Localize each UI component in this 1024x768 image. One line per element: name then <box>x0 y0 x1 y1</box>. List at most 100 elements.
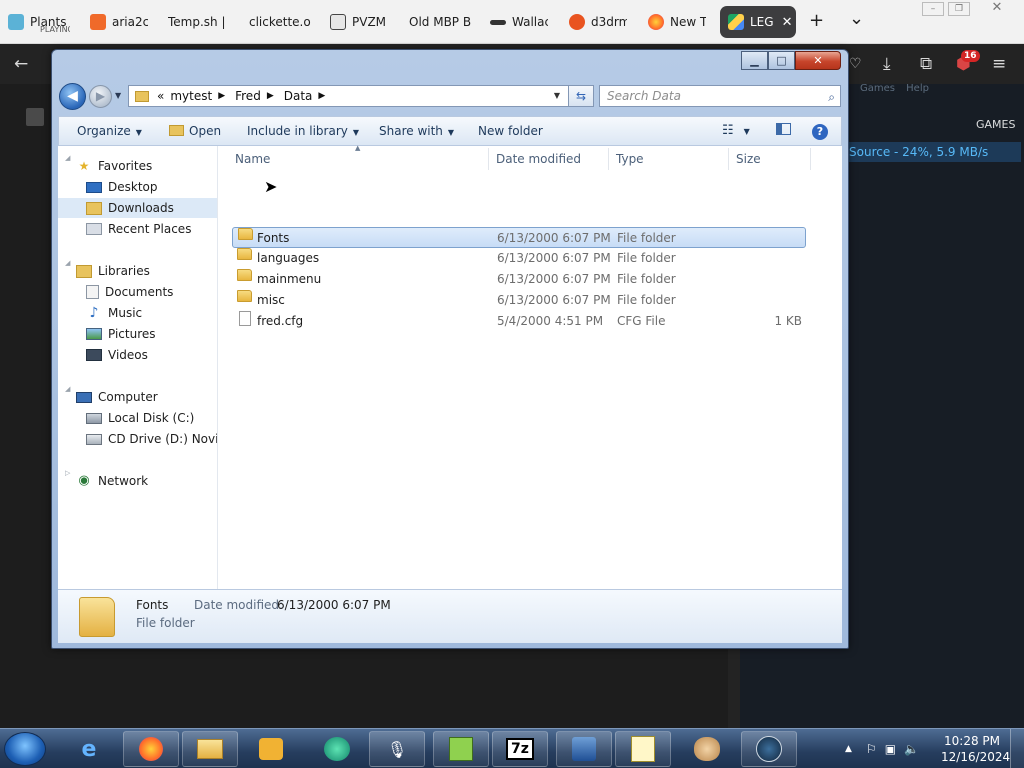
notes-app-icon[interactable] <box>615 731 671 767</box>
tab-leg-active[interactable]: LEG ✕ <box>720 6 796 38</box>
taskbar-clock[interactable]: 10:28 PM 12/16/2024 <box>941 733 1010 765</box>
tab-aria2c[interactable]: aria2c <box>90 6 148 38</box>
new-folder-button[interactable]: New folder <box>478 117 543 145</box>
new-tab-button[interactable]: + <box>809 11 824 31</box>
column-header-date-modified[interactable]: Date modified <box>496 152 581 166</box>
column-header-size[interactable]: Size <box>736 152 761 166</box>
tab-list-button[interactable]: ⌄ <box>849 9 864 29</box>
network-icon[interactable]: ▣ <box>885 742 896 756</box>
maximize-icon[interactable]: □ <box>768 51 795 70</box>
show-desktop-button[interactable] <box>1010 729 1024 768</box>
expand-icon[interactable]: ◢ <box>65 259 70 267</box>
minimize-icon[interactable]: – <box>922 2 944 16</box>
close-icon[interactable]: ✕ <box>782 15 793 30</box>
sidebar-item-cd-drive[interactable]: CD Drive (D:) Novide <box>86 429 217 449</box>
open-button[interactable]: Open <box>169 117 221 145</box>
extensions-icon[interactable]: ⧉ <box>920 54 932 74</box>
forward-button[interactable]: ▶ <box>89 85 112 108</box>
sidebar-item-libraries[interactable]: Libraries <box>76 261 150 281</box>
firefox-icon[interactable] <box>123 731 179 767</box>
sidebar-item-videos[interactable]: Videos <box>86 345 148 365</box>
help-button[interactable]: ? <box>812 117 828 145</box>
file-row-misc[interactable]: misc 6/13/2000 6:07 PM File folder <box>232 290 806 311</box>
tab-temp-sh[interactable]: Temp.sh | <box>168 6 230 38</box>
internet-explorer-icon[interactable]: e <box>64 731 114 767</box>
breadcrumb-overflow[interactable]: « <box>157 89 164 103</box>
volume-icon[interactable]: 🔈 <box>904 742 919 756</box>
steam-menu[interactable]: Games Help <box>860 83 929 94</box>
column-header-name[interactable]: Name <box>235 152 270 166</box>
sidebar-item-downloads[interactable]: Downloads <box>58 198 217 218</box>
column-divider[interactable] <box>810 148 811 170</box>
pocket-icon[interactable]: ♡ <box>849 54 862 74</box>
steam-download-status[interactable]: Source - 24%, 5.9 MB/s <box>846 142 1021 162</box>
minimize-icon[interactable]: ▁ <box>741 51 768 70</box>
steam-icon[interactable] <box>741 731 797 767</box>
download-icon[interactable]: ⤓ <box>883 54 891 74</box>
sidebar-item-desktop[interactable]: Desktop <box>86 177 158 197</box>
expand-icon[interactable]: ◢ <box>65 385 70 393</box>
preview-pane-button[interactable] <box>776 117 791 145</box>
sidebar-item-documents[interactable]: Documents <box>86 282 173 302</box>
address-dropdown-icon[interactable]: ▼ <box>549 86 565 106</box>
7zip-icon[interactable]: 7z <box>492 731 548 767</box>
breadcrumb-data[interactable]: Data <box>284 89 313 103</box>
breadcrumb-mytest[interactable]: mytest <box>170 89 212 103</box>
column-divider[interactable] <box>608 148 609 170</box>
tab-new-tab[interactable]: New T <box>648 6 706 38</box>
expand-icon[interactable]: ▷ <box>65 469 70 477</box>
column-header-type[interactable]: Type <box>616 152 644 166</box>
breadcrumb-fred[interactable]: Fred <box>235 89 261 103</box>
chart-app-icon[interactable] <box>433 731 489 767</box>
restore-icon[interactable]: ❐ <box>948 2 970 16</box>
tab-wallac[interactable]: Wallac <box>490 6 548 38</box>
show-hidden-icons-icon[interactable]: ▲ <box>845 744 852 754</box>
menu-icon[interactable]: ≡ <box>992 54 1006 74</box>
search-input[interactable]: Search Data ⌕ <box>599 85 841 107</box>
address-bar[interactable]: « mytest ▶ Fred ▶ Data ▶ ▼ <box>128 85 594 107</box>
tab-pvzm[interactable]: PVZM <box>330 6 392 38</box>
tab-clickette[interactable]: clickette.or <box>249 6 311 38</box>
sidebar-item-computer[interactable]: Computer <box>76 387 158 407</box>
paint-app-icon[interactable] <box>682 731 732 767</box>
refresh-button[interactable]: ⇆ <box>568 85 594 107</box>
action-center-icon[interactable]: ⚐ <box>866 742 877 756</box>
organize-button[interactable]: Organize ▼ <box>77 117 142 145</box>
file-explorer-icon[interactable] <box>182 731 238 767</box>
chat-app-icon[interactable] <box>312 731 362 767</box>
include-in-library-button[interactable]: Include in library ▼ <box>247 117 359 145</box>
search-icon[interactable]: ⌕ <box>828 87 835 107</box>
breadcrumb-chevron-icon[interactable]: ▶ <box>218 91 225 101</box>
tab-plants[interactable]: Plants PLAYING <box>8 6 70 38</box>
chevron-down-icon: ▼ <box>135 128 142 137</box>
breadcrumb-chevron-icon[interactable]: ▶ <box>267 91 274 101</box>
sidebar-item-network[interactable]: ◉ Network <box>76 471 148 491</box>
sidebar-item-pictures[interactable]: Pictures <box>86 324 156 344</box>
sidebar-item-recent-places[interactable]: Recent Places <box>86 219 191 239</box>
file-row-fred-cfg[interactable]: fred.cfg 5/4/2000 4:51 PM CFG File 1 KB <box>232 311 806 332</box>
expand-icon[interactable]: ◢ <box>65 154 70 162</box>
column-divider[interactable] <box>488 148 489 170</box>
file-row-mainmenu[interactable]: mainmenu 6/13/2000 6:07 PM File folder <box>232 269 806 290</box>
steam-games-label[interactable]: GAMES <box>976 118 1015 131</box>
close-icon[interactable]: ✕ <box>795 51 841 70</box>
file-row-fonts[interactable]: Fonts 6/13/2000 6:07 PM File folder <box>232 227 806 248</box>
media-player-icon[interactable] <box>246 731 296 767</box>
recent-pages-dropdown-icon[interactable]: ▼ <box>115 91 121 100</box>
back-button[interactable]: ◀ <box>59 83 86 110</box>
column-divider[interactable] <box>728 148 729 170</box>
tab-d3drm[interactable]: d3drm <box>569 6 627 38</box>
control-panel-icon[interactable] <box>556 731 612 767</box>
tab-old-mbp[interactable]: Old MBP B <box>409 6 471 38</box>
file-row-languages[interactable]: languages 6/13/2000 6:07 PM File folder <box>232 248 806 269</box>
start-button[interactable] <box>4 732 46 766</box>
share-with-button[interactable]: Share with ▼ <box>379 117 454 145</box>
change-view-button[interactable]: ☷ ▼ <box>722 117 750 145</box>
microphone-app-icon[interactable]: 🎙 <box>369 731 425 767</box>
breadcrumb-chevron-icon[interactable]: ▶ <box>318 91 325 101</box>
sidebar-item-music[interactable]: ♪ Music <box>86 303 143 323</box>
back-arrow-icon[interactable]: ← <box>14 54 28 74</box>
sidebar-item-local-disk[interactable]: Local Disk (C:) <box>86 408 194 428</box>
sidebar-item-favorites[interactable]: ★ Favorites <box>76 156 153 176</box>
close-icon[interactable]: ✕ <box>982 1 1012 16</box>
